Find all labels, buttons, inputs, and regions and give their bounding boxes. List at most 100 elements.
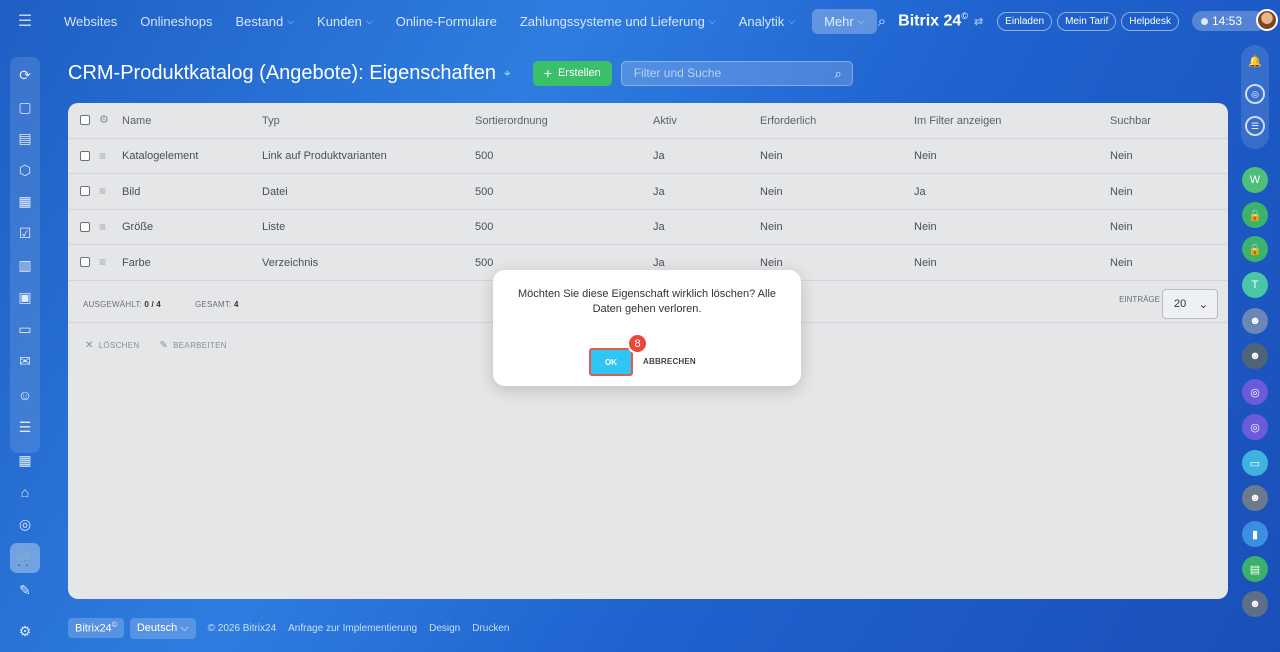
drag-handle-icon[interactable]: ≡ [99, 220, 106, 234]
drag-handle-icon[interactable]: ≡ [99, 255, 106, 269]
nav-item-onlineshops[interactable]: Onlineshops [140, 14, 212, 29]
settings-icon[interactable]: ⚙ [10, 616, 40, 646]
nav-item-websites[interactable]: Websites [64, 14, 117, 29]
helpdesk-button[interactable]: Helpdesk [1121, 11, 1179, 31]
messenger-icon[interactable]: ☰ [1245, 116, 1265, 136]
document-icon[interactable]: ▤ [1242, 556, 1268, 582]
bot-icon[interactable]: ☻ [1242, 485, 1268, 511]
drag-handle-icon[interactable]: ≡ [99, 184, 106, 198]
lock-icon[interactable]: 🔒 [1242, 202, 1268, 228]
bookmark-icon[interactable]: ▮ [1242, 521, 1268, 547]
drag-handle-icon[interactable]: ≡ [99, 149, 106, 163]
search-icon[interactable]: ⌕ [834, 66, 841, 82]
booking-icon[interactable]: ▦ [10, 445, 40, 475]
cell-name[interactable]: Katalogelement [122, 139, 198, 175]
nav-item-online-formulare[interactable]: Online-Formulare [396, 14, 497, 29]
left-sidebar: ⟳ ▢ ▤ ⬡ ▦ ☑ ▥ ▣ ▭ ✉ ☺ ☰ ▦ ⌂ ◎ 🛒 ✎ ⚙ [0, 42, 50, 652]
tasks-icon[interactable]: ☑ [10, 218, 40, 248]
edit-action-button[interactable]: ✎ Bearbeiten [159, 340, 226, 351]
chat-t-icon[interactable]: T [1242, 272, 1268, 298]
inventory-icon[interactable]: ▭ [10, 314, 40, 344]
chat-w-icon[interactable]: W [1242, 167, 1268, 193]
swap-icon[interactable]: ⇄ [974, 15, 983, 28]
tariff-button[interactable]: Mein Tarif [1057, 11, 1117, 31]
row-checkbox[interactable] [80, 150, 90, 161]
table-row[interactable]: ≡ Katalogelement Link auf Produktvariant… [68, 139, 1228, 175]
user-avatar[interactable] [1256, 9, 1278, 31]
ai-chat-icon[interactable]: ◎ [1242, 379, 1268, 405]
calendar-icon[interactable]: ▦ [10, 186, 40, 216]
column-header-filter[interactable]: Im Filter anzeigen [914, 103, 1001, 139]
column-header-aktiv[interactable]: Aktiv [653, 103, 677, 139]
column-header-erforderlich[interactable]: Erforderlich [760, 103, 816, 139]
gear-icon[interactable]: ⚙ [99, 113, 109, 126]
avatar[interactable]: ☻ [1242, 308, 1268, 334]
funnel-icon[interactable]: ☰ [10, 412, 40, 442]
nav-item-mehr[interactable]: Mehr ⌵ [812, 8, 877, 34]
delete-action-button[interactable]: ✕ Löschen [85, 340, 139, 351]
footer-link-design[interactable]: Design [429, 623, 460, 634]
ok-button[interactable]: OK [589, 348, 633, 376]
page-size-select[interactable]: 20 ⌄ [1162, 289, 1218, 319]
pin-icon[interactable]: ⌖ [504, 66, 511, 81]
store-icon[interactable]: ⌂ [10, 477, 40, 507]
documents-icon[interactable]: ▥ [10, 250, 40, 280]
cancel-button[interactable]: Abbrechen [643, 357, 696, 366]
cell-suchbar: Nein [1110, 150, 1133, 163]
language-select[interactable]: Deutsch ⌵ [129, 617, 196, 639]
feed-icon[interactable]: ▤ [10, 123, 40, 153]
avatar[interactable]: ☻ [1242, 343, 1268, 369]
row-checkbox[interactable] [80, 257, 90, 267]
menu-burger-icon[interactable]: ☰ [0, 0, 50, 42]
table-row[interactable]: ≡ Bild Datei 500 Ja Nein Ja Nein [68, 174, 1228, 210]
nav-item-analytik[interactable]: Analytik ⌵ [739, 14, 795, 29]
search-icon[interactable]: ⌕ [878, 13, 886, 30]
crm-icon[interactable]: ⬡ [10, 155, 40, 185]
cell-name[interactable]: Farbe [122, 245, 151, 281]
chevron-down-icon: ⌵ [180, 621, 189, 634]
nav-item-kunden[interactable]: Kunden ⌵ [317, 14, 373, 29]
nav-item-zahlungssysteme[interactable]: Zahlungssysteme und Lieferung ⌵ [520, 14, 716, 29]
cell-name[interactable]: Bild [122, 174, 140, 210]
cell-filter: Ja [914, 185, 926, 198]
table-row[interactable]: ≡ Größe Liste 500 Ja Nein Nein Nein [68, 210, 1228, 246]
nav-item-bestand[interactable]: Bestand ⌵ [236, 14, 295, 29]
avatar[interactable]: ☻ [1242, 591, 1268, 617]
chevron-down-icon: ⌵ [708, 15, 716, 26]
marketing-icon[interactable]: ◎ [10, 509, 40, 539]
column-header-typ[interactable]: Typ [262, 103, 280, 139]
footer-link-implementation[interactable]: Anfrage zur Implementierung [288, 623, 417, 634]
employees-icon[interactable]: ☺ [10, 380, 40, 410]
column-header-name[interactable]: Name [122, 103, 151, 139]
close-icon: ✕ [85, 340, 94, 351]
brand-logo: Bitrix 24© [898, 11, 968, 30]
sign-icon[interactable]: ✎ [10, 575, 40, 605]
create-button[interactable]: + Erstellen [532, 60, 612, 86]
column-header-sortierordnung[interactable]: Sortierordnung [475, 103, 548, 139]
notifications-icon[interactable]: 🔔 [1242, 48, 1268, 74]
bulk-actions: ✕ Löschen ✎ Bearbeiten [85, 340, 247, 351]
row-checkbox[interactable] [80, 221, 90, 232]
ai-chat-icon[interactable]: ◎ [1242, 414, 1268, 440]
contact-center-icon[interactable]: ▣ [10, 282, 40, 312]
footer-brand-button[interactable]: Bitrix24© [68, 617, 124, 639]
copilot-icon[interactable]: ◎ [1245, 84, 1265, 104]
footer-link-print[interactable]: Drucken [472, 623, 509, 634]
column-header-suchbar[interactable]: Suchbar [1110, 103, 1151, 139]
cart-icon[interactable]: 🛒 [10, 543, 40, 573]
chat-icon[interactable]: ▢ [10, 92, 40, 122]
chat-bubble-icon[interactable]: ▭ [1242, 450, 1268, 476]
cell-filter: Nein [914, 150, 937, 163]
row-checkbox[interactable] [80, 186, 90, 196]
cell-name[interactable]: Größe [122, 210, 153, 246]
cell-suchbar: Nein [1110, 256, 1133, 269]
entries-label: Einträge [1119, 295, 1160, 304]
clock-widget[interactable]: 14:53 [1191, 9, 1278, 31]
invite-button[interactable]: Einladen [997, 11, 1053, 31]
mail-icon[interactable]: ✉ [10, 346, 40, 376]
lock-icon[interactable]: 🔒 [1242, 236, 1268, 262]
select-all-checkbox[interactable] [80, 115, 90, 125]
cell-aktiv: Ja [653, 221, 665, 234]
refresh-icon[interactable]: ⟳ [10, 60, 40, 90]
filter-search-input[interactable]: Filter und Suche ⌕ [620, 60, 853, 86]
